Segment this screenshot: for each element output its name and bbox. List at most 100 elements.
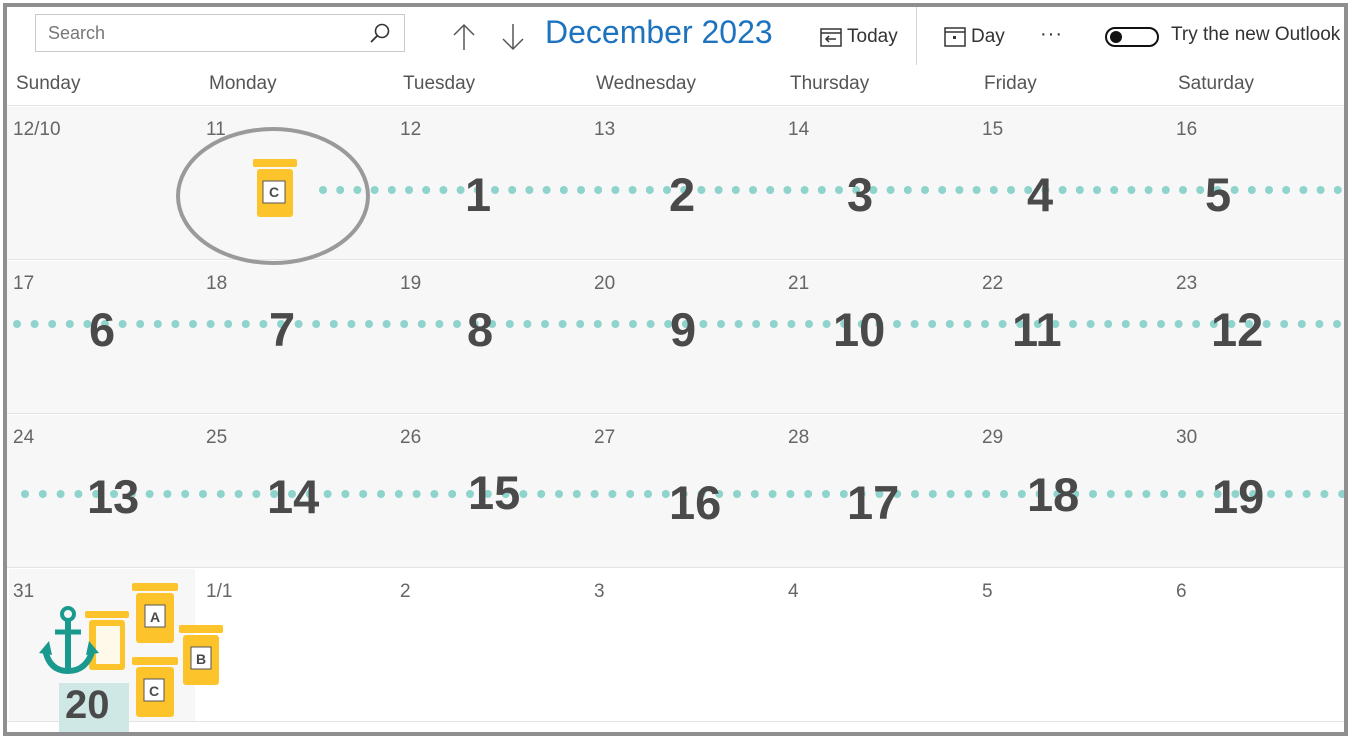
track-dot <box>48 320 57 328</box>
day-cell[interactable]: 22 <box>976 261 1170 413</box>
day-cell[interactable]: 3 <box>588 569 782 721</box>
track-dot <box>519 490 528 498</box>
step-number: 10 <box>833 303 886 356</box>
track-dot <box>946 490 955 498</box>
track-dot <box>241 320 250 328</box>
toolbar-divider <box>916 7 917 65</box>
weekday-wednesday: Wednesday <box>596 73 696 94</box>
search-box[interactable] <box>35 14 405 52</box>
track-dot <box>964 490 973 498</box>
track-dot <box>699 320 708 328</box>
day-number: 30 <box>1176 427 1198 448</box>
day-number: 19 <box>400 273 422 294</box>
day-cell[interactable]: 16 <box>1170 107 1344 259</box>
track-dot <box>749 186 757 194</box>
track-dot <box>405 186 413 194</box>
track-dot <box>30 320 39 328</box>
track-dot <box>1058 186 1067 194</box>
step-number: 2 <box>669 168 696 221</box>
new-outlook-label[interactable]: Try the new Outlook <box>1171 24 1340 46</box>
track-dot <box>224 320 233 328</box>
track-dot <box>1284 490 1293 498</box>
track-dot <box>400 320 409 328</box>
track-dot <box>347 320 356 328</box>
track-dot <box>435 320 444 328</box>
calendar-window: December 2023 Today Day ··· Try the new … <box>3 3 1348 736</box>
arrow-up-icon[interactable] <box>449 21 479 53</box>
final-step-number: 20 <box>65 683 110 727</box>
track-dot <box>136 320 145 328</box>
track-dot <box>163 490 172 498</box>
track-dot <box>981 320 989 328</box>
more-icon[interactable]: ··· <box>1040 23 1063 46</box>
day-label: Day <box>971 26 1005 47</box>
weekday-header: Sunday Monday Tuesday Wednesday Thursday… <box>7 67 1344 106</box>
track-dot <box>1338 490 1344 498</box>
search-input[interactable] <box>36 15 368 51</box>
track-dot <box>963 320 972 328</box>
day-cell[interactable]: 6 <box>1170 569 1344 721</box>
track-dot <box>608 490 617 498</box>
day-cell[interactable]: 4 <box>782 569 976 721</box>
arrow-down-icon[interactable] <box>498 21 528 53</box>
track-dot <box>1110 186 1119 194</box>
search-icon[interactable] <box>368 22 392 46</box>
track-dot <box>1127 186 1136 194</box>
track-dot <box>982 490 991 498</box>
track-dot <box>1069 320 1077 328</box>
track-dot <box>697 186 706 194</box>
weekday-tuesday: Tuesday <box>403 73 476 94</box>
track-dot <box>928 320 937 328</box>
track-dot <box>1179 186 1187 194</box>
day-view-button[interactable]: Day <box>944 24 1005 50</box>
day-number: 17 <box>13 273 35 294</box>
track-dot <box>717 320 725 328</box>
jar-label: A <box>150 609 160 625</box>
jar-label: B <box>196 651 206 667</box>
day-cell[interactable]: 15 <box>976 107 1170 259</box>
step-number: 3 <box>847 168 874 221</box>
track-dot <box>1089 490 1097 498</box>
track-dot <box>611 320 620 328</box>
track-dot <box>714 186 723 194</box>
track-dot <box>1192 320 1201 328</box>
track-dot <box>1230 186 1239 194</box>
track-dot <box>1142 490 1151 498</box>
day-number: 15 <box>982 119 1004 140</box>
day-number: 18 <box>206 273 228 294</box>
track-dot <box>1124 490 1133 498</box>
track-dot <box>1280 320 1289 328</box>
track-dot <box>439 186 448 194</box>
step-number: 8 <box>467 303 494 356</box>
weekday-monday: Monday <box>209 73 277 94</box>
today-button[interactable]: Today <box>820 24 898 50</box>
day-number: 27 <box>594 427 616 448</box>
day-cell[interactable]: 14 <box>782 107 976 259</box>
track-dot <box>629 320 637 328</box>
track-dot <box>13 320 21 328</box>
track-dot <box>74 490 83 498</box>
track-dot <box>216 490 225 498</box>
step-number: 6 <box>89 303 116 356</box>
day-cell[interactable]: 18 <box>200 261 394 413</box>
track-dot <box>1299 186 1308 194</box>
track-dot <box>359 490 368 498</box>
toolbar: December 2023 Today Day ··· Try the new … <box>7 7 1344 67</box>
track-dot <box>1316 186 1325 194</box>
day-cell[interactable]: 12/10 <box>7 107 200 259</box>
track-dot <box>1262 320 1271 328</box>
track-dot <box>1333 186 1342 194</box>
track-dot <box>628 186 637 194</box>
track-dot <box>65 320 74 328</box>
track-dot <box>189 320 197 328</box>
track-dot <box>341 490 350 498</box>
new-outlook-toggle[interactable] <box>1105 27 1159 47</box>
month-title[interactable]: December 2023 <box>545 14 773 51</box>
track-dot <box>1017 490 1026 498</box>
day-cell[interactable]: 2 <box>394 569 588 721</box>
track-dot <box>312 320 321 328</box>
track-dot <box>377 490 385 498</box>
step-number: 17 <box>847 476 900 529</box>
day-cell[interactable]: 5 <box>976 569 1170 721</box>
track-dot <box>394 490 403 498</box>
